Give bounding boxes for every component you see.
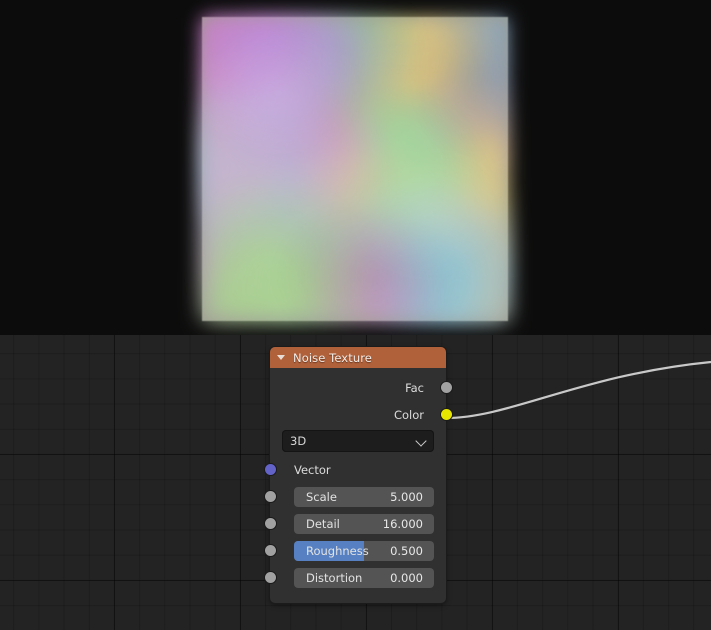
node-editor-canvas[interactable]: Noise Texture Fac Color 3D: [0, 335, 711, 630]
node-header[interactable]: Noise Texture: [270, 347, 446, 368]
socket-input-distortion[interactable]: [265, 572, 276, 583]
socket-output-color[interactable]: [441, 409, 452, 420]
input-row-detail[interactable]: Detail 16.000: [270, 510, 446, 537]
input-row-vector[interactable]: Vector: [270, 456, 446, 483]
dimension-dropdown[interactable]: 3D: [282, 430, 434, 452]
node-noise-texture[interactable]: Noise Texture Fac Color 3D: [270, 347, 446, 603]
output-label-color: Color: [270, 408, 446, 422]
node-body: Fac Color 3D Vector: [270, 368, 446, 603]
slider-detail[interactable]: Detail 16.000: [294, 514, 434, 534]
output-row-color[interactable]: Color: [270, 401, 446, 428]
chevron-down-icon[interactable]: [415, 435, 426, 446]
noise-shading-layer: [202, 17, 508, 321]
slider-value-scale: 5.000: [390, 490, 423, 504]
node-title: Noise Texture: [293, 351, 372, 365]
input-label-vector: Vector: [270, 463, 331, 477]
socket-input-vector[interactable]: [265, 464, 276, 475]
output-label-fac: Fac: [270, 381, 446, 395]
slider-label-roughness: Roughness: [294, 544, 369, 558]
input-row-distortion[interactable]: Distortion 0.000: [270, 564, 446, 591]
input-row-roughness[interactable]: Roughness 0.500: [270, 537, 446, 564]
socket-input-roughness[interactable]: [265, 545, 276, 556]
slider-label-scale: Scale: [294, 490, 337, 504]
slider-roughness[interactable]: Roughness 0.500: [294, 541, 434, 561]
color-output-link: [446, 362, 711, 418]
triangle-down-icon[interactable]: [277, 355, 285, 360]
blender-shader-editor: Noise Texture Fac Color 3D: [0, 0, 711, 630]
output-row-fac[interactable]: Fac: [270, 374, 446, 401]
slider-label-detail: Detail: [294, 517, 340, 531]
slider-value-roughness: 0.500: [390, 544, 423, 558]
slider-label-distortion: Distortion: [294, 571, 362, 585]
slider-value-distortion: 0.000: [390, 571, 423, 585]
input-row-scale[interactable]: Scale 5.000: [270, 483, 446, 510]
slider-value-detail: 16.000: [383, 517, 423, 531]
dimension-dropdown-value: 3D: [290, 434, 306, 448]
socket-input-scale[interactable]: [265, 491, 276, 502]
socket-input-detail[interactable]: [265, 518, 276, 529]
slider-distortion[interactable]: Distortion 0.000: [294, 568, 434, 588]
socket-output-fac[interactable]: [441, 382, 452, 393]
dimension-dropdown-row: 3D: [270, 428, 446, 456]
slider-scale[interactable]: Scale 5.000: [294, 487, 434, 507]
texture-preview-area: [0, 0, 711, 335]
noise-texture-preview: [202, 17, 508, 321]
